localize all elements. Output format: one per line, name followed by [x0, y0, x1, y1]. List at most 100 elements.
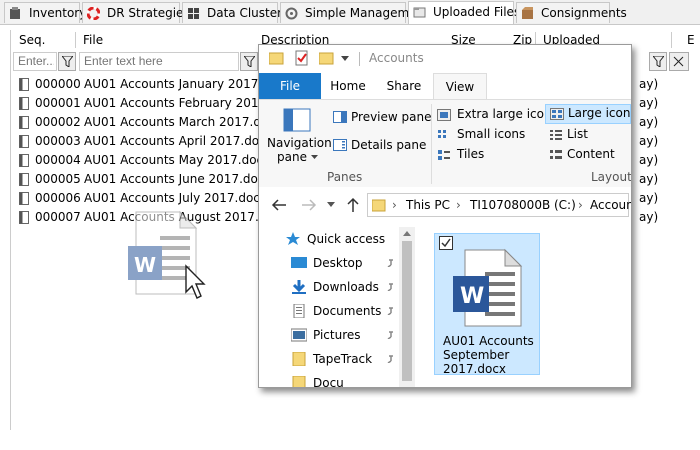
view-ribbon: Navigation pane Preview pane Details pan…: [259, 99, 631, 189]
tab-consignments[interactable]: Consignments: [516, 2, 627, 23]
breadcrumb-separator: ›: [456, 198, 461, 212]
breadcrumb-drive[interactable]: TI10708000B (C:): [470, 194, 576, 216]
tab-share[interactable]: Share: [377, 73, 431, 99]
document-icon: [19, 116, 29, 129]
chevron-down-icon: [311, 155, 318, 159]
up-arrow-icon[interactable]: [347, 197, 359, 213]
tab-dr-strategies[interactable]: DR Strategies: [82, 2, 190, 23]
uploaded-filter-button[interactable]: [649, 52, 667, 71]
navigation-pane-icon: [283, 108, 311, 132]
selected-file-tile[interactable]: W AU01 Accounts September 2017.docx: [434, 233, 540, 376]
cluster-icon: [188, 8, 199, 19]
tab-uploaded-files[interactable]: Uploaded Files: [408, 1, 520, 24]
scrollbar-thumb[interactable]: [402, 241, 412, 381]
table-row[interactable]: 000006 AU01 Accounts July 2017.docx: [11, 189, 267, 208]
document-icon: [19, 211, 29, 224]
details-pane-icon: [333, 139, 347, 151]
extra-large-icons-option[interactable]: Extra large icons: [435, 106, 558, 124]
back-arrow-icon[interactable]: [271, 199, 287, 211]
column-header-file[interactable]: File: [83, 30, 103, 50]
pin-icon[interactable]: [387, 307, 395, 315]
new-folder-icon[interactable]: [319, 51, 335, 65]
seq-filter-button[interactable]: [58, 52, 76, 71]
table-row[interactable]: 000004 AU01 Accounts May 2017.docx: [11, 151, 270, 170]
column-divider[interactable]: [671, 32, 672, 48]
content-option[interactable]: Content: [545, 146, 631, 164]
tab-data-clusters[interactable]: Data Clusters: [182, 2, 288, 23]
breadcrumb-separator: ›: [392, 198, 397, 212]
address-bar[interactable]: › This PC › TI10708000B (C:) › Accounts: [367, 193, 631, 217]
uploaded-cell: ay): [639, 77, 659, 91]
document-icon: [19, 78, 29, 91]
filter-icon: [62, 56, 73, 67]
tab-inventory[interactable]: Inventory: [4, 2, 86, 23]
document-icon: [19, 173, 29, 186]
drag-ghost-word-icon: W: [128, 210, 206, 299]
file-explorer-window: Accounts File Home Share View Navigation…: [258, 44, 632, 388]
uploaded-cell: ay): [639, 210, 659, 224]
module-tab-strip: Inventory DR Strategies Data Clusters Si…: [0, 0, 700, 25]
large-icons-option[interactable]: Large icons: [545, 104, 631, 124]
small-icons-option[interactable]: Small icons: [435, 126, 545, 144]
table-row[interactable]: 000005 AU01 Accounts June 2017.docx: [11, 170, 272, 189]
table-row[interactable]: 000002 AU01 Accounts March 2017.d...: [11, 113, 272, 132]
tab-file[interactable]: File: [259, 73, 321, 99]
pin-icon[interactable]: [387, 259, 395, 267]
extra-large-icons-icon: [437, 109, 451, 121]
tab-view[interactable]: View: [433, 73, 487, 99]
uploaded-cell: ay): [639, 191, 659, 205]
breadcrumb-folder[interactable]: Accounts: [590, 194, 631, 216]
svg-text:W: W: [460, 284, 484, 309]
file-filter-button[interactable]: [240, 52, 258, 71]
details-pane-button[interactable]: Details pane: [333, 136, 429, 156]
documents-icon: [293, 304, 305, 318]
navigation-scrollbar[interactable]: [399, 227, 415, 387]
panes-group-label: Panes: [327, 170, 363, 184]
breadcrumb-separator: ›: [578, 198, 583, 212]
table-row[interactable]: 000001 AU01 Accounts February 2017...: [11, 94, 278, 113]
file-filter-input[interactable]: [79, 52, 239, 71]
column-divider[interactable]: [75, 32, 76, 48]
uploaded-cell: ay): [639, 96, 659, 110]
download-icon: [292, 280, 306, 294]
uploaded-clear-button[interactable]: [669, 52, 689, 71]
small-icons-icon: [438, 130, 446, 138]
scroll-up-icon[interactable]: [403, 231, 411, 237]
seq-filter-input[interactable]: [13, 52, 57, 71]
table-row[interactable]: 000000 AU01 Accounts January 2017...: [11, 75, 270, 94]
navigation-pane: Quick access Desktop Downloads Documents…: [259, 227, 411, 387]
pin-icon[interactable]: [387, 355, 395, 363]
folder-icon: [269, 52, 284, 65]
package-icon: [522, 7, 533, 19]
file-name: AU01 Accounts September 2017.docx: [443, 334, 534, 376]
folder-icon: [292, 376, 306, 387]
column-header-extra[interactable]: E: [687, 30, 695, 50]
uploaded-cell: ay): [639, 172, 659, 186]
recent-locations-chevron-icon[interactable]: [327, 202, 335, 208]
pin-icon[interactable]: [387, 331, 395, 339]
forward-arrow-icon[interactable]: [301, 199, 317, 211]
folder-icon: [372, 199, 386, 212]
tab-home[interactable]: Home: [323, 73, 373, 99]
explorer-titlebar: Accounts: [259, 45, 631, 73]
table-row[interactable]: 000003 AU01 Accounts April 2017.docx: [11, 132, 273, 151]
navigation-pane-button[interactable]: Navigation pane: [263, 102, 333, 164]
list-icon: [550, 130, 562, 140]
preview-pane-icon: [333, 111, 347, 123]
chevron-down-icon[interactable]: [341, 54, 349, 62]
tab-simple-management[interactable]: Simple Management: [280, 2, 429, 23]
breadcrumb-this-pc[interactable]: This PC: [406, 194, 450, 216]
filter-icon: [244, 56, 255, 67]
large-icons-icon: [550, 108, 564, 120]
tiles-option[interactable]: Tiles: [435, 146, 545, 164]
window-title: Accounts: [369, 51, 424, 65]
content-icon: [550, 150, 562, 159]
pin-icon[interactable]: [387, 283, 395, 291]
preview-pane-button[interactable]: Preview pane: [333, 108, 431, 128]
list-option[interactable]: List: [545, 126, 631, 144]
clear-icon: [673, 56, 684, 67]
properties-icon[interactable]: [295, 50, 309, 66]
ribbon-tabs: File Home Share View: [259, 73, 631, 99]
column-header-seq[interactable]: Seq.: [19, 30, 45, 50]
tiles-icon: [438, 150, 450, 160]
